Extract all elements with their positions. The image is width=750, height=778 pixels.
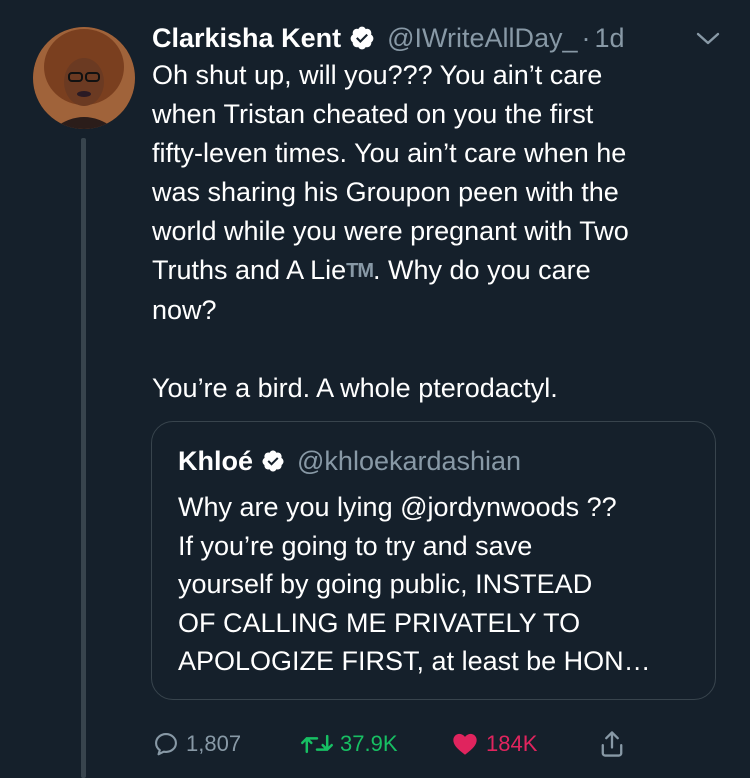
quoted-author-handle: @khloekardashian [297,445,522,476]
tweet[interactable]: Clarkisha Kent @IWriteAllDay_ · 1d Oh sh… [0,0,750,778]
share-button[interactable] [598,724,632,764]
author-name[interactable]: Clarkisha Kent [152,23,341,54]
tweet-line: when Tristan cheated on you the first [152,99,594,129]
author-handle[interactable]: @IWriteAllDay_ [387,23,577,54]
like-button[interactable]: 184K [450,724,537,764]
quoted-tweet-line: Why are you lying @jordynwoods ?? [178,492,617,522]
timestamp[interactable]: 1d [595,23,625,54]
tweet-header: Clarkisha Kent @IWriteAllDay_ · 1d [152,18,625,58]
thread-line [81,138,86,778]
tweet-actions: 1,807 37.9K 184K [152,724,712,764]
tweet-line: was sharing his Groupon peen with the [152,177,619,207]
quoted-tweet-line: OF CALLING ME PRIVATELY TO [178,607,581,638]
like-count: 184K [486,731,538,756]
reply-icon [155,733,177,756]
avatar[interactable] [33,27,135,129]
tweet-line: Truths and A LieTM. Why do you care [152,251,722,291]
retweet-button[interactable]: 37.9K [300,724,398,764]
tweet-line: Oh shut up, will you??? You ain’t care [152,60,603,90]
quoted-tweet-line: APOLOGIZE FIRST, at least be HON… [178,646,651,676]
quoted-author-name: Khloé [178,445,254,476]
heart-icon [453,733,477,755]
chevron-down-icon[interactable] [694,26,722,50]
tweet-line: fifty-leven times. You ain’t care when h… [152,138,627,168]
reply-button[interactable]: 1,807 [152,724,241,764]
tweet-text: Oh shut up, will you??? You ain’t care w… [152,56,722,408]
share-icon [601,731,623,757]
tweet-line: now? [152,295,217,325]
tweet-line-part: Truths and A Lie [152,255,347,285]
tweet-line: You’re a bird. A whole pterodactyl. [152,373,558,403]
quoted-tweet[interactable]: Khloé @khloekardashian Why are you lying… [151,421,716,700]
tweet-line-part: . Why do you care [373,255,591,285]
quoted-tweet-text: Why are you lying @jordynwoods ?? If you… [178,488,698,681]
tweet-line: world while you were pregnant with Two [152,216,629,246]
trademark-symbol: TM [346,260,374,282]
reply-count: 1,807 [186,731,242,756]
retweet-icon [301,734,333,754]
verified-badge-icon [349,25,375,51]
separator-dot: · [581,22,591,53]
quoted-tweet-header: Khloé @khloekardashian [178,442,521,480]
quoted-tweet-line: If you’re going to try and save [178,530,533,561]
quoted-tweet-line: yourself by going public, INSTEAD [178,569,593,599]
retweet-count: 37.9K [340,731,398,756]
verified-badge-icon [261,449,285,473]
